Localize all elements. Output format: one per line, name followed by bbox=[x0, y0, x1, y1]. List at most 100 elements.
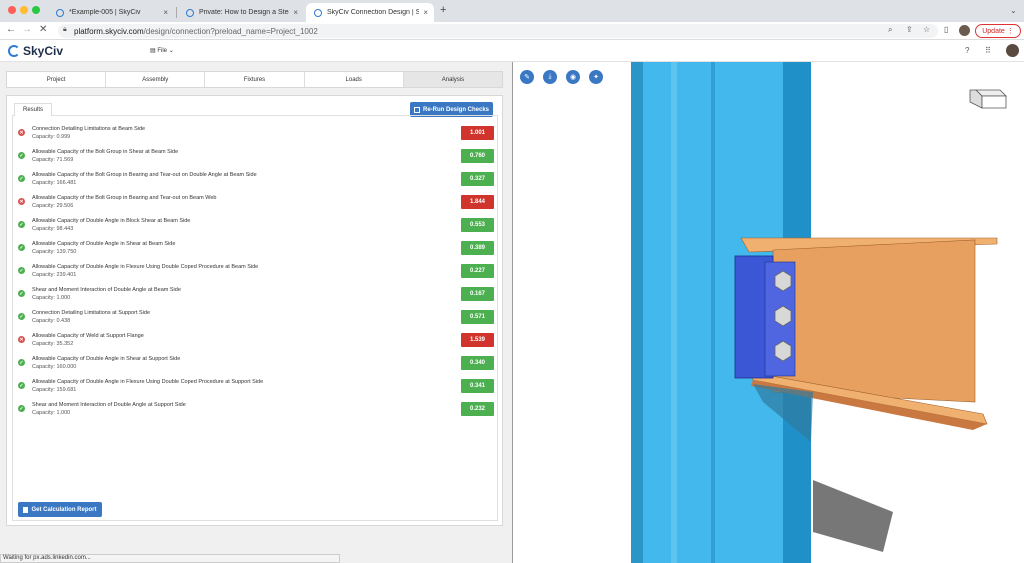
error-circle-icon: ✕ bbox=[18, 129, 25, 136]
check-circle-icon: ✓ bbox=[18, 290, 25, 297]
browser-tab-2[interactable]: Private: How to Design a Steel × bbox=[178, 3, 304, 22]
capacity-label: Capacity: bbox=[32, 387, 57, 393]
utility-ratio-badge[interactable]: 0.389 bbox=[461, 241, 494, 255]
check-name: Shear and Moment Interaction of Double A… bbox=[32, 402, 186, 408]
new-tab-button[interactable]: + bbox=[440, 4, 446, 16]
check-circle-icon: ✓ bbox=[18, 313, 25, 320]
3d-viewport[interactable]: ✎ ⤓ ◉ ✦ bbox=[512, 62, 1024, 563]
capacity-value: 0.438 bbox=[56, 318, 71, 324]
tab-assembly[interactable]: Assembly bbox=[106, 72, 206, 87]
model-shadow bbox=[813, 480, 893, 552]
address-bar[interactable]: 🔒︎ platform.skyciv.com/design/connection… bbox=[58, 24, 938, 38]
capacity-value: 139.750 bbox=[56, 249, 77, 255]
stop-loading-icon[interactable]: ✕ bbox=[39, 24, 47, 35]
tab-title: SkyCiv Connection Design | Sk bbox=[327, 9, 420, 16]
chevron-down-icon: ⌄ bbox=[168, 48, 174, 54]
table-row: ✓ Allowable Capacity of Double Angle in B… bbox=[18, 218, 496, 238]
tab-results[interactable]: Results bbox=[14, 103, 52, 116]
minimize-window-button[interactable] bbox=[20, 6, 28, 14]
share-icon[interactable]: ⇪ bbox=[906, 25, 913, 34]
table-row: ✕ Allowable Capacity of Weld at Support F… bbox=[18, 333, 496, 353]
close-tab-icon[interactable]: × bbox=[293, 8, 298, 17]
browser-tab-1[interactable]: *Example-005 | SkyCiv × bbox=[48, 3, 174, 22]
tab-search-chevron-icon[interactable]: ⌄ bbox=[1010, 6, 1017, 15]
lock-icon: 🔒︎ bbox=[63, 26, 67, 33]
capacity-label: Capacity: bbox=[32, 249, 57, 255]
utility-ratio-badge[interactable]: 0.553 bbox=[461, 218, 494, 232]
apps-grid-icon[interactable]: ⠿ bbox=[985, 46, 991, 55]
skyciv-logo[interactable]: SkyCiv bbox=[8, 44, 63, 58]
check-name: Allowable Capacity of the Bolt Group in … bbox=[32, 195, 217, 201]
utility-ratio-badge[interactable]: 0.167 bbox=[461, 287, 494, 301]
url-path: /design/connection?preload_name=Project_… bbox=[143, 26, 318, 36]
check-capacity: Capacity: 35.352 bbox=[32, 341, 73, 347]
table-row: ✓ Shear and Moment Interaction of Double … bbox=[18, 287, 496, 307]
forward-icon[interactable]: → bbox=[22, 24, 32, 35]
browser-toolbar: ← → ✕ 🔒︎ platform.skyciv.com/design/conn… bbox=[0, 22, 1024, 40]
bookmark-star-icon[interactable]: ☆ bbox=[923, 25, 930, 34]
utility-ratio-badge[interactable]: 1.001 bbox=[461, 126, 494, 140]
browser-status-bar: Waiting for px.ads.linkedin.com... bbox=[0, 554, 340, 563]
capacity-label: Capacity: bbox=[32, 341, 57, 347]
utility-ratio-badge[interactable]: 1.844 bbox=[461, 195, 494, 209]
skyciv-favicon-icon bbox=[314, 8, 322, 17]
file-icon: ▤ bbox=[150, 48, 156, 54]
browser-tabstrip: *Example-005 | SkyCiv × Private: How to … bbox=[0, 0, 1024, 22]
table-row: ✓ Allowable Capacity of the Bolt Group in… bbox=[18, 149, 496, 169]
close-tab-icon[interactable]: × bbox=[423, 8, 428, 17]
help-icon[interactable]: ? bbox=[965, 46, 969, 55]
beam-web bbox=[772, 239, 976, 403]
utility-ratio-badge[interactable]: 1.539 bbox=[461, 333, 494, 347]
check-capacity: Capacity: 0.999 bbox=[32, 134, 70, 140]
maximize-window-button[interactable] bbox=[32, 6, 40, 14]
close-window-button[interactable] bbox=[8, 6, 16, 14]
tab-title: Private: How to Design a Steel bbox=[199, 9, 290, 16]
file-menu[interactable]: ▤ File ⌄ bbox=[150, 47, 174, 54]
skyciv-logo-icon bbox=[8, 45, 20, 57]
capacity-value: 160.000 bbox=[56, 364, 77, 370]
table-row: ✓ Allowable Capacity of the Bolt Group in… bbox=[18, 172, 496, 192]
capacity-label: Capacity: bbox=[32, 134, 57, 140]
update-button[interactable]: Update ⋮ bbox=[975, 24, 1021, 38]
capacity-value: 98.443 bbox=[56, 226, 74, 232]
utility-ratio-badge[interactable]: 0.327 bbox=[461, 172, 494, 186]
back-icon[interactable]: ← bbox=[6, 24, 16, 35]
utility-ratio-badge[interactable]: 0.341 bbox=[461, 379, 494, 393]
utility-ratio-badge[interactable]: 0.227 bbox=[461, 264, 494, 278]
capacity-label: Capacity: bbox=[32, 364, 57, 370]
tab-analysis[interactable]: Analysis bbox=[403, 72, 503, 87]
check-name: Allowable Capacity of Weld at Support Fl… bbox=[32, 333, 144, 339]
calculator-icon bbox=[413, 106, 420, 113]
user-avatar[interactable] bbox=[1006, 44, 1019, 57]
table-row: ✓ Shear and Moment Interaction of Double … bbox=[18, 402, 496, 422]
close-tab-icon[interactable]: × bbox=[163, 8, 168, 17]
capacity-label: Capacity: bbox=[32, 203, 57, 209]
browser-tab-3[interactable]: SkyCiv Connection Design | Sk × bbox=[306, 3, 434, 22]
capacity-value: 1.000 bbox=[56, 295, 71, 301]
check-circle-icon: ✓ bbox=[18, 359, 25, 366]
tab-loads[interactable]: Loads bbox=[305, 72, 404, 87]
utility-ratio-badge[interactable]: 0.760 bbox=[461, 149, 494, 163]
report-label: Get Calculation Report bbox=[31, 506, 97, 513]
utility-ratio-badge[interactable]: 0.340 bbox=[461, 356, 494, 370]
tab-fixtures[interactable]: Fixtures bbox=[205, 72, 305, 87]
check-circle-icon: ✓ bbox=[18, 221, 25, 228]
get-calculation-report-button[interactable]: Get Calculation Report bbox=[18, 502, 102, 517]
results-list: ✕ Connection Detailing Limitations at Bea… bbox=[12, 115, 498, 521]
capacity-value: 166.481 bbox=[56, 180, 77, 186]
table-row: ✓ Allowable Capacity of Double Angle in S… bbox=[18, 241, 496, 261]
check-name: Allowable Capacity of Double Angle in Fl… bbox=[32, 264, 259, 270]
tab-project[interactable]: Project bbox=[7, 72, 107, 87]
check-circle-icon: ✓ bbox=[18, 267, 25, 274]
zoom-icon[interactable]: ⌕ bbox=[888, 25, 892, 35]
profile-avatar[interactable] bbox=[959, 25, 970, 36]
capacity-label: Capacity: bbox=[32, 226, 57, 232]
utility-ratio-badge[interactable]: 0.571 bbox=[461, 310, 494, 324]
check-capacity: Capacity: 71.569 bbox=[32, 157, 73, 163]
connection-model bbox=[631, 62, 998, 563]
workflow-steps: Project Assembly Fixtures Loads Analysis bbox=[6, 71, 503, 88]
utility-ratio-badge[interactable]: 0.232 bbox=[461, 402, 494, 416]
capacity-label: Capacity: bbox=[32, 318, 57, 324]
error-circle-icon: ✕ bbox=[18, 198, 25, 205]
sidebar-icon[interactable]: ▯ bbox=[944, 25, 948, 34]
